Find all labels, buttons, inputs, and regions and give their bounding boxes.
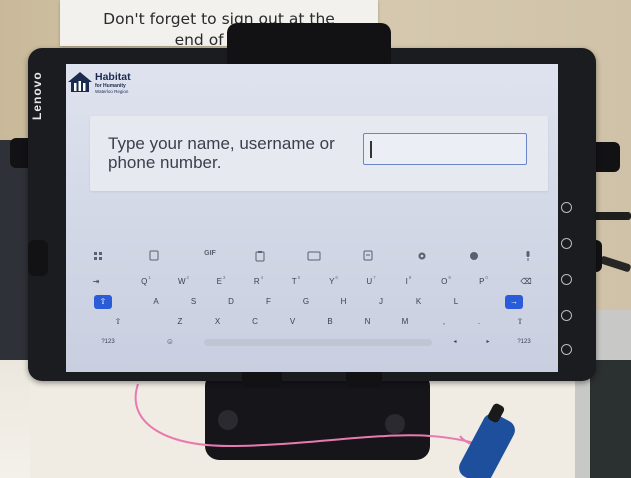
port-icon bbox=[561, 238, 572, 249]
keyboard-row-4: ?123 ☺ ◂ ▸ ?123 bbox=[74, 335, 550, 349]
key-n[interactable]: N bbox=[362, 315, 374, 329]
key-t[interactable]: T5 bbox=[290, 275, 302, 289]
habitat-logo: Habitat for Humanity Waterloo Region bbox=[66, 68, 146, 98]
photo-scene: Don't forget to sign out at the end of y… bbox=[0, 0, 631, 478]
numbers-key-right[interactable]: ?123 bbox=[514, 335, 534, 349]
holder-clamp bbox=[28, 240, 48, 276]
keyboard-row-1: ⇥ ⌫ Q1 W2 E3 R4 T5 Y6 U7 I8 O9 P0 bbox=[74, 275, 550, 289]
key-h[interactable]: H bbox=[338, 295, 350, 309]
key-m[interactable]: M bbox=[399, 315, 411, 329]
keyboard-toolbar: GIF bbox=[74, 249, 550, 263]
spacebar[interactable] bbox=[204, 339, 432, 346]
keyboard-icon[interactable] bbox=[306, 250, 322, 262]
key-c[interactable]: C bbox=[249, 315, 261, 329]
palette-icon[interactable] bbox=[466, 250, 482, 262]
tab-key[interactable]: ⇥ bbox=[90, 275, 102, 289]
key-x[interactable]: X bbox=[212, 315, 224, 329]
key-j[interactable]: J bbox=[375, 295, 387, 309]
comma-key[interactable]: , bbox=[438, 315, 450, 329]
key-e[interactable]: E3 bbox=[215, 275, 227, 289]
gif-button[interactable]: GIF bbox=[200, 250, 220, 262]
shift-key[interactable]: ⇧ bbox=[112, 315, 124, 329]
shift-key-right[interactable]: ⇧ bbox=[514, 315, 526, 329]
emoji-key[interactable]: ☺ bbox=[164, 335, 176, 349]
key-l[interactable]: L bbox=[450, 295, 462, 309]
enter-key[interactable]: → bbox=[505, 295, 523, 309]
key-o[interactable]: O9 bbox=[440, 275, 452, 289]
sign-in-prompt: Type your name, username or phone number… bbox=[108, 134, 335, 172]
clipboard-icon[interactable] bbox=[252, 250, 268, 262]
port-icon bbox=[561, 202, 572, 213]
sign-in-card: Type your name, username or phone number… bbox=[90, 116, 548, 191]
left-arrow-key[interactable]: ◂ bbox=[449, 335, 461, 349]
key-q[interactable]: Q1 bbox=[140, 275, 152, 289]
key-g[interactable]: G bbox=[300, 295, 312, 309]
onscreen-keyboard: GIF ⇥ ⌫ Q1 W2 E3 R4 T5 Y6 U7 I8 O9 P0 ⇧ … bbox=[74, 249, 550, 355]
right-arrow-key[interactable]: ▸ bbox=[482, 335, 494, 349]
name-input[interactable] bbox=[363, 133, 527, 165]
port-icon bbox=[561, 274, 572, 285]
key-y[interactable]: Y6 bbox=[328, 275, 340, 289]
mic-icon[interactable] bbox=[520, 250, 536, 262]
holder-port-labels bbox=[557, 198, 575, 358]
key-p[interactable]: P0 bbox=[478, 275, 490, 289]
key-u[interactable]: U7 bbox=[365, 275, 377, 289]
key-b[interactable]: B bbox=[324, 315, 336, 329]
key-w[interactable]: W2 bbox=[178, 275, 190, 289]
key-d[interactable]: D bbox=[225, 295, 237, 309]
numbers-key[interactable]: ?123 bbox=[98, 335, 118, 349]
text-caret bbox=[370, 141, 372, 158]
key-s[interactable]: S bbox=[188, 295, 200, 309]
caps-key[interactable]: ⇧ bbox=[94, 295, 112, 309]
key-a[interactable]: A bbox=[150, 295, 162, 309]
key-f[interactable]: F bbox=[263, 295, 275, 309]
emoji-panel-icon[interactable] bbox=[360, 250, 376, 262]
backspace-key[interactable]: ⌫ bbox=[520, 275, 532, 289]
key-k[interactable]: K bbox=[413, 295, 425, 309]
key-z[interactable]: Z bbox=[174, 315, 186, 329]
period-key[interactable]: . bbox=[473, 315, 485, 329]
logo-region: Waterloo Region bbox=[95, 89, 129, 94]
port-icon bbox=[561, 310, 572, 321]
key-v[interactable]: V bbox=[287, 315, 299, 329]
gear-icon[interactable] bbox=[414, 250, 430, 262]
logo-name: Habitat bbox=[95, 71, 131, 83]
tablet-screen: Habitat for Humanity Waterloo Region Typ… bbox=[66, 64, 558, 372]
keyboard-row-3: ⇧ ⇧ Z X C V B N M,. bbox=[74, 315, 550, 329]
device-brand: Lenovo bbox=[30, 71, 44, 120]
grid-icon[interactable] bbox=[90, 250, 106, 262]
port-icon bbox=[561, 344, 572, 355]
key-i[interactable]: I8 bbox=[403, 275, 415, 289]
keyboard-row-2: ⇧ → A S D F G H J K L bbox=[74, 295, 550, 309]
key-r[interactable]: R4 bbox=[253, 275, 265, 289]
sticker-icon[interactable] bbox=[146, 250, 162, 262]
house-icon bbox=[68, 72, 92, 92]
